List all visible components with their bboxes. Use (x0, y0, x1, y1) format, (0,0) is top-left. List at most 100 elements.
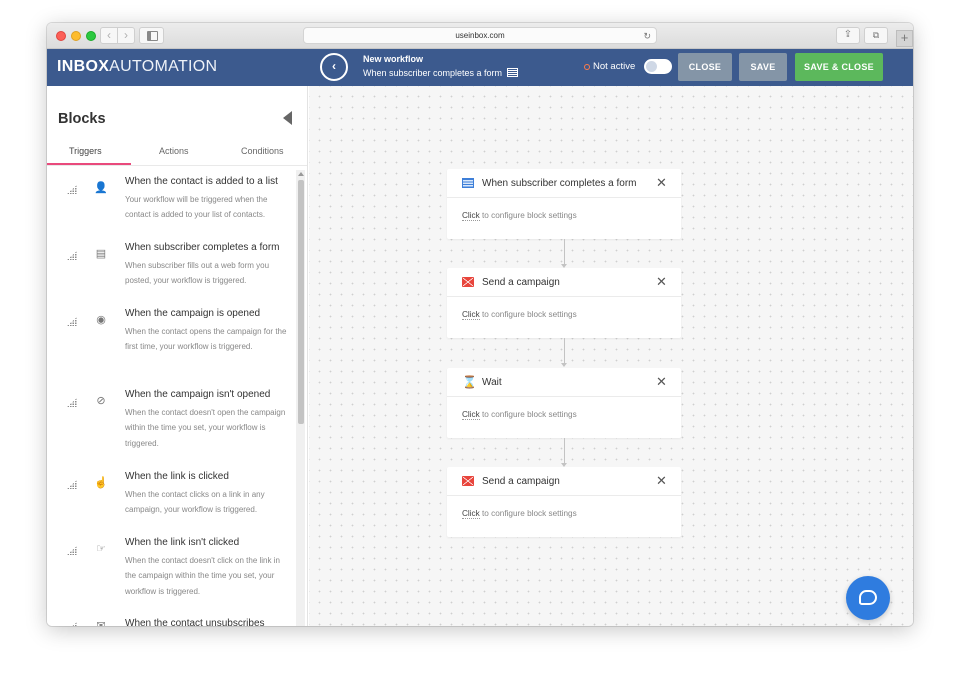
scroll-up-icon[interactable] (298, 172, 304, 176)
browser-back-button[interactable]: ‹ (100, 27, 118, 44)
hourglass-icon: ⌛ (462, 375, 477, 389)
workflow-block[interactable]: Send a campaign ✕ Click to configure blo… (447, 467, 681, 537)
browser-forward-button[interactable]: › (117, 27, 135, 44)
block-title: Send a campaign (482, 277, 560, 288)
workflow-block[interactable]: When subscriber completes a form ✕ Click… (447, 169, 681, 239)
user-add-icon: 👤 (94, 182, 108, 194)
share-icon[interactable]: ⇪ (836, 27, 860, 44)
configure-click-link[interactable]: Click (462, 410, 480, 420)
block-hint: Click to configure block settings (462, 509, 577, 519)
trigger-description: When the contact opens the campaign for … (125, 327, 287, 352)
chat-support-button[interactable] (846, 576, 890, 620)
logo-bold-text: INBOX (57, 58, 110, 75)
block-title: Send a campaign (482, 476, 560, 487)
toggle-knob (646, 61, 657, 72)
status-dot-icon (584, 64, 590, 70)
drag-handle-icon[interactable] (67, 398, 77, 407)
block-hint: Click to configure block settings (462, 310, 577, 320)
block-hint-text: to configure block settings (479, 211, 577, 220)
trigger-description: When the contact clicks on a link in any… (125, 490, 265, 515)
block-header: Send a campaign ✕ (447, 268, 681, 297)
trigger-title: When the campaign isn't opened (125, 389, 271, 400)
trigger-title: When the contact unsubscribes (125, 618, 265, 626)
scrollbar-thumb[interactable] (298, 180, 304, 424)
block-header: ⌛ Wait ✕ (447, 368, 681, 397)
browser-window: ‹ › useinbox.com ↻ ⇪ ⧉ + INBOXAUTOMATION… (47, 23, 913, 626)
unsubscribe-icon: ✉ (96, 620, 106, 626)
workflow-block[interactable]: ⌛ Wait ✕ Click to configure block settin… (447, 368, 681, 438)
workflow-canvas[interactable]: When subscriber completes a form ✕ Click… (309, 86, 913, 626)
tab-conditions[interactable]: Conditions (241, 146, 284, 156)
trigger-description: Your workflow will be triggered when the… (125, 195, 268, 220)
window-minimize-dot[interactable] (71, 31, 81, 41)
configure-click-link[interactable]: Click (462, 509, 480, 519)
drag-handle-icon[interactable] (67, 317, 77, 326)
block-hint-text: to configure block settings (479, 310, 577, 319)
remove-block-icon[interactable]: ✕ (656, 175, 667, 190)
blocks-panel-title: Blocks (58, 111, 106, 127)
configure-click-link[interactable]: Click (462, 211, 480, 221)
eye-off-icon: ⊘ (96, 395, 106, 407)
connector-arrow-icon (561, 363, 567, 367)
status-text: Not active (593, 61, 636, 72)
mail-icon (462, 277, 474, 287)
new-tab-button[interactable]: + (896, 30, 913, 47)
trigger-description: When subscriber fills out a web form you… (125, 261, 270, 286)
show-tabs-icon[interactable]: ⧉ (864, 27, 888, 44)
configure-click-link[interactable]: Click (462, 310, 480, 320)
block-connector (564, 239, 565, 264)
save-button[interactable]: SAVE (739, 53, 787, 81)
tab-triggers[interactable]: Triggers (69, 146, 102, 156)
inbox-automation-logo[interactable]: INBOXAUTOMATION (57, 58, 217, 76)
workflow-title: New workflow (363, 54, 424, 64)
mail-icon (462, 476, 474, 486)
trigger-title: When the campaign is opened (125, 308, 261, 319)
block-title: Wait (482, 377, 502, 388)
active-toggle[interactable] (644, 59, 672, 74)
drag-handle-icon[interactable] (67, 480, 77, 489)
form-icon (462, 178, 474, 188)
workflow-subtitle: When subscriber completes a form (363, 68, 518, 78)
app-header: INBOXAUTOMATION ‹ New workflow When subs… (47, 49, 913, 86)
blocks-panel: Blocks Triggers Actions Conditions 👤 Whe… (47, 86, 308, 626)
block-hint: Click to configure block settings (462, 410, 577, 420)
chat-bubble-icon (859, 590, 877, 605)
close-button[interactable]: CLOSE (678, 53, 732, 81)
trigger-title: When the link is clicked (125, 471, 229, 482)
window-zoom-dot[interactable] (86, 31, 96, 41)
drag-handle-icon[interactable] (67, 622, 77, 626)
browser-titlebar: ‹ › useinbox.com ↻ ⇪ ⧉ + (47, 23, 913, 49)
tab-actions[interactable]: Actions (159, 146, 189, 156)
block-header: Send a campaign ✕ (447, 467, 681, 496)
remove-block-icon[interactable]: ✕ (656, 274, 667, 289)
window-close-dot[interactable] (56, 31, 66, 41)
block-connector (564, 438, 565, 463)
remove-block-icon[interactable]: ✕ (656, 374, 667, 389)
drag-handle-icon[interactable] (67, 546, 77, 555)
drag-handle-icon[interactable] (67, 185, 77, 194)
address-bar[interactable]: useinbox.com ↻ (303, 27, 657, 44)
eye-icon: ◉ (96, 314, 106, 326)
trigger-description: When the contact doesn't open the campai… (125, 408, 286, 448)
trigger-description: When the contact doesn't click on the li… (125, 556, 280, 596)
workflow-subtitle-text: When subscriber completes a form (363, 68, 503, 78)
browser-sidebar-toggle-icon[interactable] (139, 27, 164, 44)
block-title: When subscriber completes a form (482, 178, 637, 189)
block-hint-text: to configure block settings (479, 410, 577, 419)
pointer-icon: ☝ (94, 477, 108, 489)
tabs-divider (47, 165, 307, 166)
address-bar-url: useinbox.com (455, 31, 505, 40)
block-hint: Click to configure block settings (462, 211, 577, 221)
workflow-block[interactable]: Send a campaign ✕ Click to configure blo… (447, 268, 681, 338)
trigger-title: When the link isn't clicked (125, 537, 240, 548)
save-and-close-button[interactable]: SAVE & CLOSE (795, 53, 883, 81)
drag-handle-icon[interactable] (67, 251, 77, 260)
trigger-title: When the contact is added to a list (125, 176, 278, 187)
trigger-title: When subscriber completes a form (125, 242, 280, 253)
remove-block-icon[interactable]: ✕ (656, 473, 667, 488)
form-icon: ▤ (95, 248, 107, 260)
back-circle-icon[interactable]: ‹ (320, 53, 348, 81)
block-header: When subscriber completes a form ✕ (447, 169, 681, 198)
reload-icon[interactable]: ↻ (643, 28, 651, 44)
collapse-panel-icon[interactable] (283, 111, 292, 125)
